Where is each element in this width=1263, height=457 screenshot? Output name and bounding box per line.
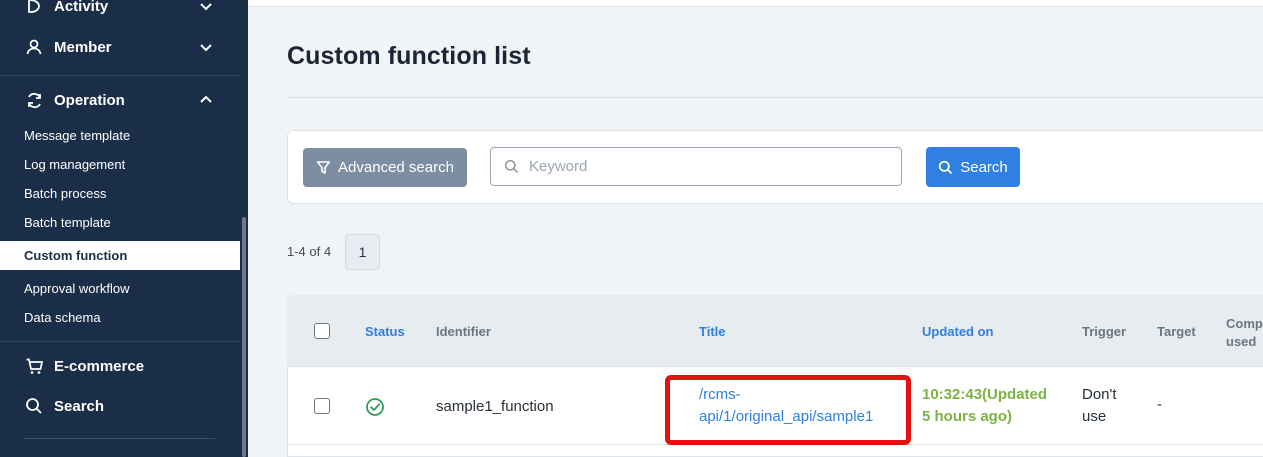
column-header-updated-on[interactable]: Updated on <box>922 324 994 339</box>
sidebar-item-label: E-commerce <box>54 357 145 375</box>
advanced-search-label: Advanced search <box>338 159 454 176</box>
row-checkbox[interactable] <box>314 398 330 414</box>
chevron-down-icon <box>200 3 212 11</box>
keyword-search-field[interactable] <box>490 147 902 186</box>
sidebar-item-activity[interactable]: Activity <box>0 0 240 26</box>
row-trigger-line: use <box>1082 408 1107 425</box>
search-button[interactable]: Search <box>926 147 1020 187</box>
row-updated-line: 5 hours ago) <box>922 408 1013 425</box>
activity-icon <box>24 0 44 16</box>
sidebar-subitem-batch-template[interactable]: Batch template <box>0 208 240 237</box>
sidebar-item-operation[interactable]: Operation <box>0 80 240 120</box>
column-header-title[interactable]: Title <box>699 324 726 339</box>
column-header-comp-line: Comp <box>1226 316 1263 331</box>
page-button-1[interactable]: 1 <box>345 234 380 270</box>
sidebar-subitem-label: Custom function <box>24 248 128 263</box>
sidebar-item-label: Search <box>54 397 105 415</box>
check-circle-icon <box>366 398 384 416</box>
sidebar-divider <box>24 438 215 439</box>
sidebar-subitem-label: Approval workflow <box>24 281 130 296</box>
top-header <box>248 0 1263 7</box>
chevron-down-icon <box>200 44 212 52</box>
column-header-comp-used[interactable]: Comp used <box>1226 315 1263 351</box>
sidebar-subitem-data-schema[interactable]: Data schema <box>0 303 240 332</box>
sidebar-subitem-label: Data schema <box>24 310 101 325</box>
column-header-identifier[interactable]: Identifier <box>436 324 491 339</box>
sidebar-item-label: Activity <box>54 0 109 15</box>
column-header-trigger[interactable]: Trigger <box>1082 324 1126 339</box>
row-updated-on: 10:32:43(Updated 5 hours ago) <box>922 384 1062 428</box>
search-icon <box>24 396 44 416</box>
sidebar-subitem-log-management[interactable]: Log management <box>0 150 240 179</box>
sidebar-subitem-label: Message template <box>24 128 131 143</box>
sidebar-item-label: Member <box>54 38 112 56</box>
row-trigger: Don't use <box>1082 384 1117 428</box>
select-all-checkbox[interactable] <box>314 323 330 339</box>
sidebar-subitem-label: Log management <box>24 157 126 172</box>
refresh-icon <box>24 90 44 110</box>
sidebar-subitem-batch-process[interactable]: Batch process <box>0 179 240 208</box>
row-target: - <box>1157 396 1162 413</box>
column-header-target[interactable]: Target <box>1157 324 1196 339</box>
advanced-search-button[interactable]: Advanced search <box>303 148 467 187</box>
sidebar: Activity Member Operation Message templa… <box>0 0 248 457</box>
chevron-up-icon <box>200 95 212 103</box>
title-divider <box>287 97 1263 98</box>
row-trigger-line: Don't <box>1082 386 1117 403</box>
highlight-annotation <box>665 375 911 445</box>
column-header-comp-line: used <box>1226 334 1257 349</box>
filter-icon <box>316 161 331 174</box>
sidebar-scrollbar-thumb[interactable] <box>242 217 246 457</box>
row-updated-line: 10:32:43(Updated <box>922 386 1048 403</box>
user-icon <box>24 37 44 57</box>
sidebar-item-member[interactable]: Member <box>0 27 240 67</box>
sidebar-item-search[interactable]: Search <box>0 386 240 426</box>
search-button-label: Search <box>960 158 1008 176</box>
sidebar-item-e-commerce[interactable]: E-commerce <box>0 346 240 386</box>
column-header-status[interactable]: Status <box>365 324 405 339</box>
sidebar-divider <box>0 75 240 76</box>
keyword-input[interactable] <box>529 158 869 175</box>
result-count: 1-4 of 4 <box>287 244 332 259</box>
sidebar-subitem-label: Batch process <box>24 186 107 201</box>
cart-icon <box>24 356 44 376</box>
search-icon <box>504 159 519 174</box>
sidebar-divider <box>0 341 240 342</box>
sidebar-subitem-message-template[interactable]: Message template <box>0 121 240 150</box>
page-title: Custom function list <box>287 42 531 70</box>
sidebar-subitem-label: Batch template <box>24 215 111 230</box>
sidebar-subitem-approval-workflow[interactable]: Approval workflow <box>0 274 240 303</box>
row-identifier: sample1_function <box>436 398 554 415</box>
search-icon <box>939 160 953 174</box>
sidebar-item-label: Operation <box>54 91 125 109</box>
sidebar-subitem-custom-function[interactable]: Custom function <box>0 241 240 270</box>
